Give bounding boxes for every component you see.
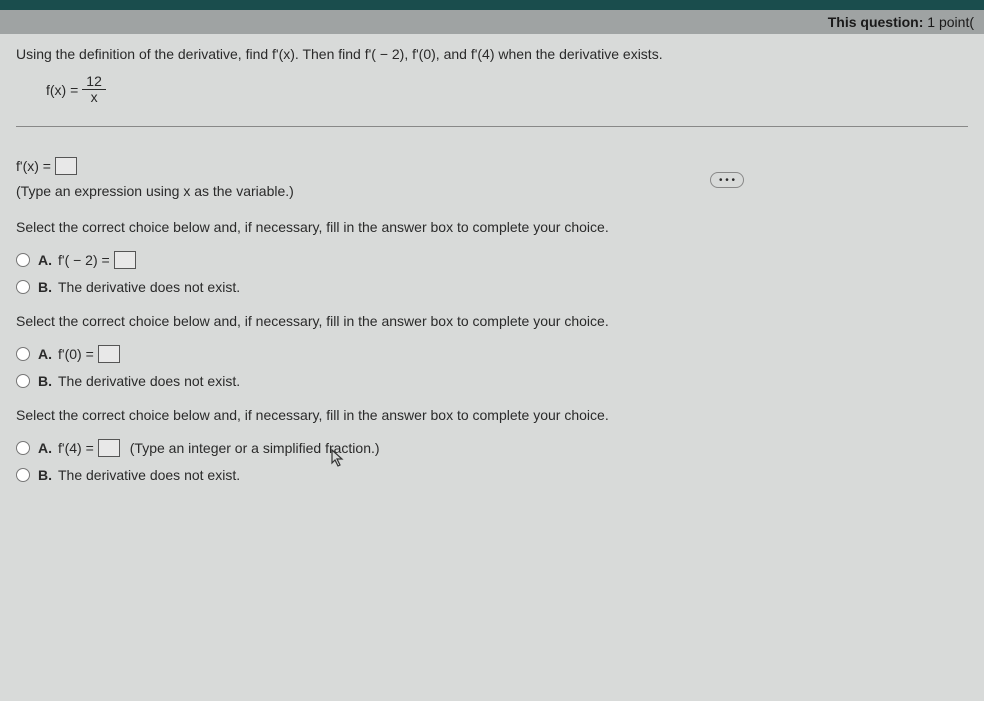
choice-group-3: A. f'(4) = (Type an integer or a simplif… (16, 439, 968, 483)
choice-2a-label: A. (38, 346, 52, 362)
answer-input-1a[interactable] (114, 251, 136, 269)
choice-1b-label: B. (38, 279, 52, 295)
formula-lhs: f(x) = (46, 82, 78, 98)
choice-3a-expr: f'(4) = (58, 440, 94, 456)
choice-3b-text: The derivative does not exist. (58, 467, 240, 483)
choice-1b-text: The derivative does not exist. (58, 279, 240, 295)
answer-input-3a[interactable] (98, 439, 120, 457)
section-prompt-1: Select the correct choice below and, if … (16, 219, 968, 235)
choice-2a: A. f'(0) = (16, 345, 968, 363)
choice-1a-text: f'( − 2) = (58, 251, 140, 269)
answer-input-fprime-x[interactable] (55, 157, 77, 175)
choice-3a-label: A. (38, 440, 52, 456)
choice-2b: B. The derivative does not exist. (16, 373, 968, 389)
choice-1b: B. The derivative does not exist. (16, 279, 968, 295)
choice-2b-label: B. (38, 373, 52, 389)
choice-1a: A. f'( − 2) = (16, 251, 968, 269)
radio-1a[interactable] (16, 253, 30, 267)
question-points: 1 point( (927, 14, 974, 30)
section-prompt-2: Select the correct choice below and, if … (16, 313, 968, 329)
content-area: Using the definition of the derivative, … (0, 34, 984, 513)
radio-2b[interactable] (16, 374, 30, 388)
choice-1a-label: A. (38, 252, 52, 268)
choice-3a: A. f'(4) = (Type an integer or a simplif… (16, 439, 968, 457)
choice-3b-label: B. (38, 467, 52, 483)
radio-3b[interactable] (16, 468, 30, 482)
formula-display: f(x) = 12 x (46, 74, 968, 106)
choice-3b: B. The derivative does not exist. (16, 467, 968, 483)
answer-input-2a[interactable] (98, 345, 120, 363)
choice-2a-expr: f'(0) = (58, 346, 94, 362)
divider-line (16, 126, 968, 127)
cursor-icon (330, 448, 346, 473)
top-bar (0, 0, 984, 10)
radio-1b[interactable] (16, 280, 30, 294)
formula-denominator: x (87, 90, 102, 105)
radio-2a[interactable] (16, 347, 30, 361)
answer-fprime-x: f'(x) = (16, 157, 968, 175)
choice-1a-expr: f'( − 2) = (58, 252, 110, 268)
answer-hint: (Type an expression using x as the varia… (16, 183, 968, 199)
choice-2a-text: f'(0) = (58, 345, 124, 363)
formula-fraction: 12 x (82, 74, 106, 106)
radio-3a[interactable] (16, 441, 30, 455)
question-text: Using the definition of the derivative, … (16, 46, 968, 62)
choice-group-1: A. f'( − 2) = B. The derivative does not… (16, 251, 968, 295)
formula-numerator: 12 (82, 74, 106, 90)
question-points-header: This question: 1 point( (0, 10, 984, 34)
choice-group-2: A. f'(0) = B. The derivative does not ex… (16, 345, 968, 389)
answer-fprime-x-lhs: f'(x) = (16, 158, 51, 174)
ellipsis-button[interactable]: • • • (710, 172, 744, 188)
question-label: This question: (828, 14, 924, 30)
ellipsis-icon: • • • (719, 175, 735, 186)
section-prompt-3: Select the correct choice below and, if … (16, 407, 968, 423)
choice-2b-text: The derivative does not exist. (58, 373, 240, 389)
